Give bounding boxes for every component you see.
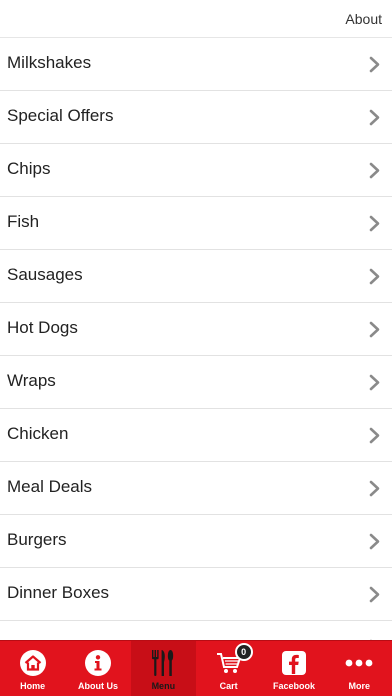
- tab-cart[interactable]: 0 Cart: [196, 641, 261, 696]
- menu-item-chips[interactable]: Chips: [0, 144, 392, 197]
- top-bar: About: [0, 0, 392, 38]
- chevron-right-icon: [369, 374, 380, 391]
- info-icon: [83, 648, 113, 678]
- menu-item-label: Wraps: [7, 371, 56, 390]
- menu-category-list: Milkshakes Special Offers Chips Fish Sau…: [0, 38, 392, 640]
- chevron-right-icon: [369, 427, 380, 444]
- menu-item-label: Fish: [7, 212, 40, 231]
- menu-item-label: Special Offers: [7, 106, 114, 125]
- facebook-icon: [279, 648, 309, 678]
- chevron-right-icon: [369, 268, 380, 285]
- bottom-tab-bar: Home About Us Menu 0 Cart Facebook More: [0, 640, 392, 696]
- menu-item-label: Milkshakes: [7, 53, 92, 72]
- chevron-right-icon: [369, 162, 380, 179]
- tab-label: About Us: [77, 681, 118, 691]
- tab-label: More: [348, 681, 371, 691]
- menu-item-dinner-boxes[interactable]: Dinner Boxes: [0, 568, 392, 621]
- menu-item-label: Chicken: [7, 424, 69, 443]
- tab-home[interactable]: Home: [0, 641, 65, 696]
- tab-label: Cart: [219, 681, 238, 691]
- home-icon: [18, 648, 48, 678]
- chevron-right-icon: [369, 321, 380, 338]
- menu-item-partial[interactable]: [0, 621, 392, 640]
- tab-facebook[interactable]: Facebook: [261, 641, 326, 696]
- menu-item-label: Dinner Boxes: [7, 583, 110, 602]
- chevron-right-icon: [369, 586, 380, 603]
- menu-item-label: Hot Dogs: [7, 318, 78, 337]
- cart-count-badge: 0: [234, 643, 253, 661]
- chevron-right-icon: [369, 109, 380, 126]
- tab-more[interactable]: More: [327, 641, 392, 696]
- tab-about-us[interactable]: About Us: [65, 641, 130, 696]
- chevron-right-icon: [369, 215, 380, 232]
- chevron-right-icon: [369, 480, 380, 497]
- more-icon: [344, 648, 374, 678]
- menu-item-label: Burgers: [7, 530, 67, 549]
- chevron-right-icon: [369, 533, 380, 550]
- menu-item-milkshakes[interactable]: Milkshakes: [0, 38, 392, 91]
- tab-label: Facebook: [272, 681, 315, 691]
- menu-item-label: Meal Deals: [7, 477, 93, 496]
- menu-item-hot-dogs[interactable]: Hot Dogs: [0, 303, 392, 356]
- menu-item-burgers[interactable]: Burgers: [0, 515, 392, 568]
- menu-item-special-offers[interactable]: Special Offers: [0, 91, 392, 144]
- about-link[interactable]: About: [345, 11, 382, 27]
- cutlery-icon: [148, 648, 178, 678]
- menu-item-sausages[interactable]: Sausages: [0, 250, 392, 303]
- menu-item-label: Chips: [7, 159, 51, 178]
- menu-item-wraps[interactable]: Wraps: [0, 356, 392, 409]
- tab-menu[interactable]: Menu: [130, 641, 196, 696]
- menu-item-label: Sausages: [7, 265, 83, 284]
- chevron-right-icon: [369, 56, 380, 73]
- tab-label: Menu: [151, 681, 176, 691]
- menu-item-fish[interactable]: Fish: [0, 197, 392, 250]
- menu-item-chicken[interactable]: Chicken: [0, 409, 392, 462]
- tab-label: Home: [20, 681, 46, 691]
- menu-item-meal-deals[interactable]: Meal Deals: [0, 462, 392, 515]
